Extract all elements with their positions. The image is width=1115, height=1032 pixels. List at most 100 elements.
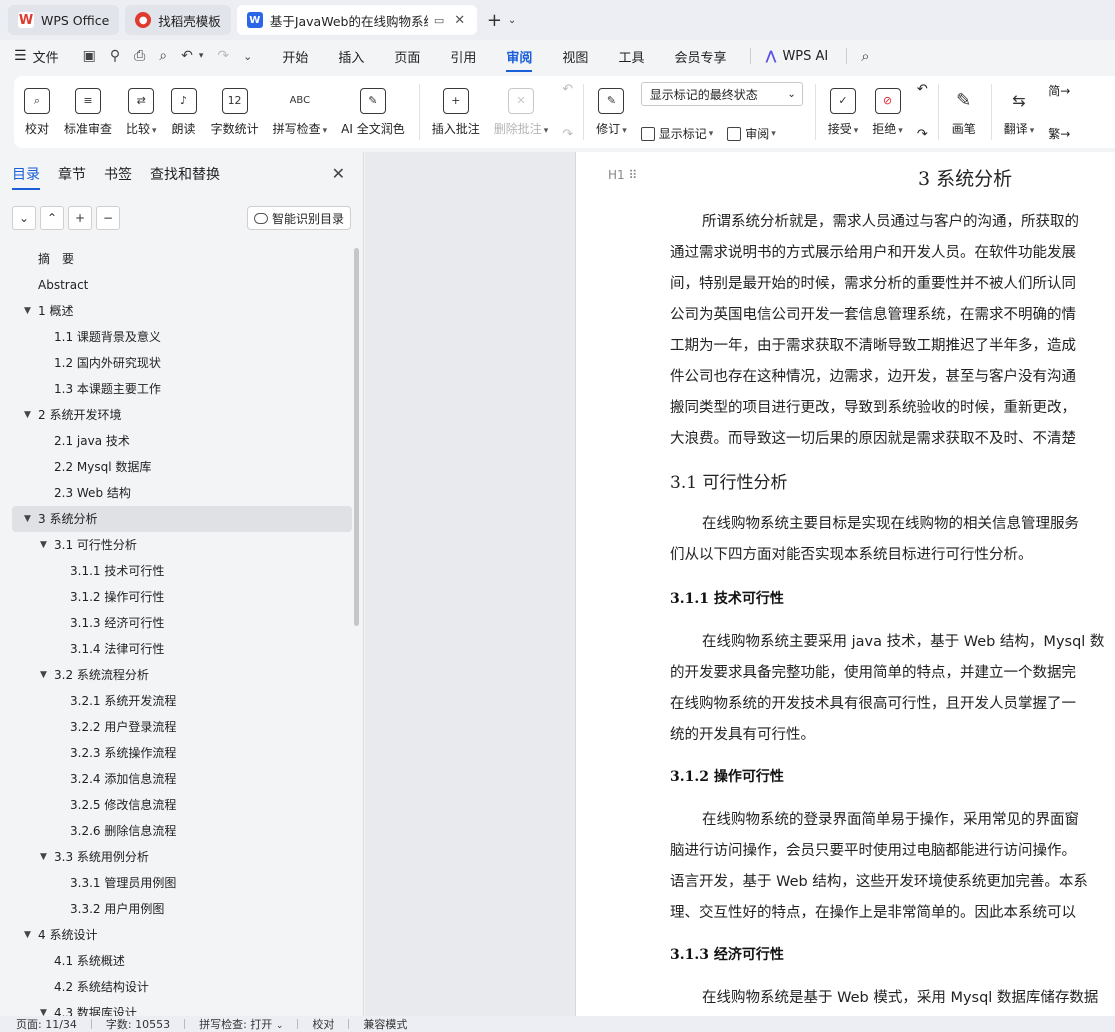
read-aloud-button[interactable]: ♪ 朗读: [170, 80, 197, 144]
word-count-button[interactable]: 12 字数统计: [211, 80, 259, 144]
toc-item[interactable]: ▼ 3.2 系统流程分析: [12, 662, 352, 688]
toc-item[interactable]: 摘 要: [12, 246, 352, 272]
toc-item[interactable]: Abstract: [12, 272, 352, 298]
tab-references[interactable]: 引用: [450, 47, 476, 66]
proof-status[interactable]: 校对: [312, 1016, 334, 1032]
close-icon[interactable]: ✕: [332, 164, 345, 183]
window-mode-icon[interactable]: ▭: [434, 14, 444, 27]
tab-document[interactable]: W 基于JavaWeb的在线购物系统 ▭ ✕: [236, 5, 477, 35]
smart-toc-button[interactable]: 智能识别目录: [247, 206, 352, 230]
expand-arrow-icon[interactable]: ▼: [24, 402, 31, 428]
spell-check-button[interactable]: ABC 拼写检查 ▾: [273, 80, 328, 144]
chevron-down-icon[interactable]: ⌄: [12, 206, 36, 230]
revise-button[interactable]: ✎ 修订 ▾: [596, 80, 627, 144]
remove-heading-icon[interactable]: −: [96, 206, 120, 230]
nav-tab-toc[interactable]: 目录: [12, 164, 40, 190]
toc-item[interactable]: 3.3.1 管理员用例图: [12, 870, 352, 896]
toc-item[interactable]: ▼ 4 系统设计: [12, 922, 352, 948]
toc-item[interactable]: ▼ 3.1 可行性分析: [12, 532, 352, 558]
draw-pen-button[interactable]: ✎ 画笔: [951, 80, 977, 144]
print-preview-icon[interactable]: ⌕: [159, 48, 167, 64]
toc-item[interactable]: 3.2.5 修改信息流程: [12, 792, 352, 818]
traditional-chinese-button[interactable]: 繁→: [1048, 125, 1070, 142]
undo-icon[interactable]: ↶: [181, 48, 193, 64]
compare-button[interactable]: ⇄ 比较 ▾: [126, 80, 157, 144]
tab-member[interactable]: 会员专享: [674, 47, 726, 66]
toc-item[interactable]: 3.2.2 用户登录流程: [12, 714, 352, 740]
wps-ai-button[interactable]: ⋀ WPS AI: [765, 49, 828, 64]
markup-display-select[interactable]: 显示标记的最终状态 ⌄: [640, 82, 803, 106]
toc-item[interactable]: 2.3 Web 结构: [12, 480, 352, 506]
page-indicator[interactable]: 页面: 11/34: [16, 1016, 77, 1032]
word-count-indicator[interactable]: 字数: 10553: [106, 1016, 170, 1032]
search-icon[interactable]: ⌕: [861, 47, 869, 65]
accept-button[interactable]: ✓ 接受 ▾: [828, 80, 858, 144]
show-markup-button[interactable]: 显示标记 ▾: [640, 125, 713, 142]
nav-tab-find-replace[interactable]: 查找和替换: [150, 164, 220, 184]
close-tab-icon[interactable]: ✕: [454, 13, 465, 28]
expand-arrow-icon[interactable]: ▼: [24, 506, 31, 532]
proofread-button[interactable]: ⌕ 校对: [24, 80, 50, 144]
menu-icon[interactable]: ☰: [14, 48, 27, 64]
toc-item[interactable]: 3.1.1 技术可行性: [12, 558, 352, 584]
insert-comment-button[interactable]: + 插入批注: [432, 80, 480, 144]
heading-handle[interactable]: H1 ⠿: [608, 168, 637, 182]
toc-item[interactable]: ▼ 1 概述: [12, 298, 352, 324]
toc-item[interactable]: ▼ 3 系统分析: [12, 506, 352, 532]
tab-home[interactable]: 开始: [282, 47, 308, 66]
tab-review[interactable]: 审阅: [506, 47, 533, 72]
expand-arrow-icon[interactable]: ▼: [40, 532, 47, 558]
toc-item[interactable]: 3.1.4 法律可行性: [12, 636, 352, 662]
chevron-down-icon[interactable]: ⌄: [508, 15, 516, 26]
file-menu[interactable]: 文件: [33, 47, 59, 66]
redo-icon[interactable]: ↷: [217, 48, 229, 64]
chevron-up-icon[interactable]: ⌃: [40, 206, 64, 230]
delete-comment-button[interactable]: ✕ 删除批注 ▾: [494, 80, 548, 144]
nav-tab-sections[interactable]: 章节: [58, 164, 86, 184]
add-heading-icon[interactable]: +: [68, 206, 92, 230]
expand-arrow-icon[interactable]: ▼: [40, 844, 47, 870]
next-change-icon[interactable]: ↷: [917, 127, 928, 142]
nav-tab-bookmarks[interactable]: 书签: [104, 164, 132, 184]
toc-item[interactable]: 2.2 Mysql 数据库: [12, 454, 352, 480]
simplified-chinese-button[interactable]: 简→: [1048, 82, 1070, 99]
next-comment-icon[interactable]: ↷: [562, 127, 573, 142]
toc-item[interactable]: 1.3 本课题主要工作: [12, 376, 352, 402]
tab-tools[interactable]: 工具: [618, 47, 644, 66]
link-icon[interactable]: ⚲: [110, 48, 120, 64]
expand-arrow-icon[interactable]: ▼: [24, 298, 31, 324]
tab-view[interactable]: 视图: [562, 47, 588, 66]
toc-item[interactable]: 3.2.4 添加信息流程: [12, 766, 352, 792]
expand-arrow-icon[interactable]: ▼: [24, 922, 31, 948]
tab-insert[interactable]: 插入: [338, 47, 364, 66]
toc-item[interactable]: 4.1 系统概述: [12, 948, 352, 974]
previous-change-icon[interactable]: ↶: [917, 82, 928, 97]
tab-wps-office[interactable]: W WPS Office: [8, 5, 120, 35]
review-pane-button[interactable]: 审阅 ▾: [727, 125, 776, 142]
toc-item[interactable]: 3.1.3 经济可行性: [12, 610, 352, 636]
ai-polish-button[interactable]: ✎ AI 全文润色: [341, 80, 405, 144]
document-page[interactable]: H1 ⠿ 3 系统分析 所谓系统分析就是，需求人员通过与客户的沟通，所获取的 通过…: [575, 152, 1115, 1016]
toc-item[interactable]: 3.3.2 用户用例图: [12, 896, 352, 922]
toc-item[interactable]: 3.2.3 系统操作流程: [12, 740, 352, 766]
toc-item[interactable]: 3.2.1 系统开发流程: [12, 688, 352, 714]
tab-daoke-templates[interactable]: ● 找稻壳模板: [125, 5, 231, 35]
translate-button[interactable]: ⇆ 翻译 ▾: [1004, 80, 1035, 144]
new-tab-button[interactable]: +: [487, 10, 502, 31]
undo-dropdown-icon[interactable]: ▾: [199, 51, 204, 61]
expand-arrow-icon[interactable]: ▼: [40, 662, 47, 688]
toc-item[interactable]: 2.1 java 技术: [12, 428, 352, 454]
toc-item[interactable]: ▼ 2 系统开发环境: [12, 402, 352, 428]
toc-item[interactable]: 1.2 国内外研究现状: [12, 350, 352, 376]
spell-check-status[interactable]: 拼写检查: 打开 ⌄: [199, 1016, 283, 1032]
toc-item[interactable]: ▼ 3.3 系统用例分析: [12, 844, 352, 870]
toc-item[interactable]: 3.2.6 删除信息流程: [12, 818, 352, 844]
toc-scrollbar[interactable]: [354, 248, 359, 626]
reject-button[interactable]: ⊘ 拒绝 ▾: [872, 80, 903, 144]
more-chevron-icon[interactable]: ⌄: [243, 50, 252, 63]
print-icon[interactable]: ⎙: [134, 48, 145, 64]
toc-item[interactable]: 3.1.2 操作可行性: [12, 584, 352, 610]
previous-comment-icon[interactable]: ↶: [562, 82, 573, 97]
toc-item[interactable]: 1.1 课题背景及意义: [12, 324, 352, 350]
tab-page[interactable]: 页面: [394, 47, 420, 66]
